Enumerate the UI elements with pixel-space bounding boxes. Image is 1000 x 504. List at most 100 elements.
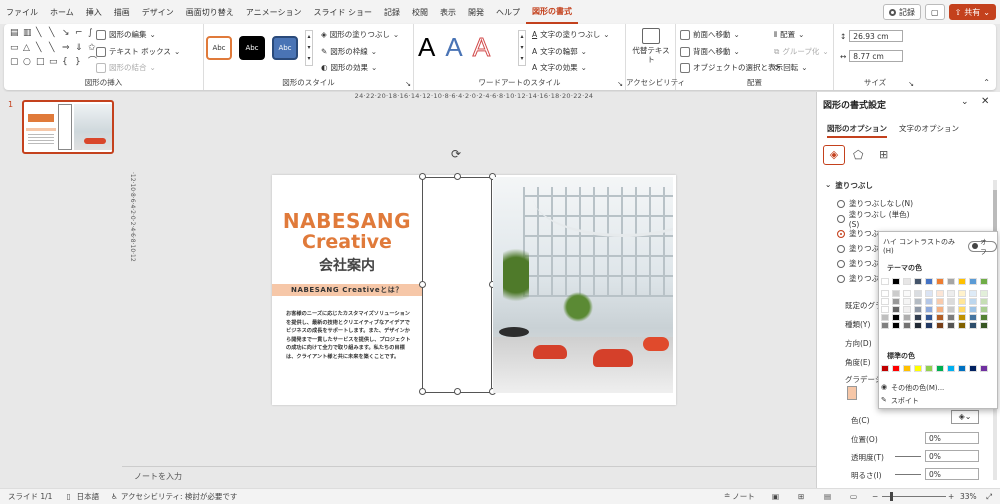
color-swatch[interactable] [925, 278, 933, 285]
color-swatch[interactable] [892, 278, 900, 285]
shape-line-icon[interactable]: ╲ [36, 28, 47, 41]
color-swatch[interactable] [881, 278, 889, 285]
effects-pentagon-icon[interactable]: ⬠ [853, 148, 863, 162]
color-swatch[interactable] [925, 314, 933, 321]
style-swatch-3[interactable]: Abc [272, 36, 298, 60]
gradient-stop-slider[interactable] [847, 386, 857, 400]
shape-gallery[interactable]: ▤ ▥ ╲ ╲ ↘ ⌐ ∫ ▭ △ ╲ ╲ ⇒ ⇓ ✩ ▢ ○ □ ▭{} ⌒ [10, 28, 97, 70]
tab-12[interactable]: ヘルプ [490, 0, 526, 24]
tab-6[interactable]: アニメーション [240, 0, 308, 24]
slideshow-icon[interactable]: ▭ [850, 492, 857, 501]
shape-line-icon[interactable]: ╲ [49, 28, 60, 41]
tab-3[interactable]: 描画 [108, 0, 136, 24]
fill-line-icon[interactable]: ◈ [823, 145, 845, 165]
color-swatch[interactable] [892, 314, 900, 321]
color-swatch[interactable] [881, 365, 889, 372]
color-swatch[interactable] [914, 365, 922, 372]
color-swatch[interactable] [969, 278, 977, 285]
comment-button[interactable]: ▢ [925, 4, 945, 20]
color-swatch[interactable] [914, 322, 922, 329]
wordart-gallery[interactable]: A A A [418, 32, 491, 63]
color-swatch[interactable] [980, 365, 988, 372]
style-swatch-1[interactable]: Abc [206, 36, 232, 60]
color-swatch[interactable] [925, 298, 933, 305]
shape-effects-button[interactable]: ◐ 図形の効果 ⌄ [321, 62, 377, 73]
color-swatch[interactable] [914, 298, 922, 305]
share-button[interactable]: ⇧ 共有 ⌄ [948, 4, 996, 20]
color-swatch[interactable] [925, 365, 933, 372]
reading-view-icon[interactable]: ▤ [824, 492, 831, 501]
tab-4[interactable]: デザイン [136, 0, 180, 24]
color-swatch[interactable] [881, 322, 889, 329]
color-swatch[interactable] [936, 365, 944, 372]
color-swatch[interactable] [969, 365, 977, 372]
color-swatch[interactable] [892, 290, 900, 297]
text-fill-button[interactable]: A 文字の塗りつぶし ⌄ [532, 29, 610, 40]
alt-text-button[interactable]: 代替テキスト [632, 28, 670, 64]
color-swatch[interactable] [925, 306, 933, 313]
color-swatch[interactable] [903, 314, 911, 321]
color-swatch[interactable] [892, 322, 900, 329]
shape-textbox-icon[interactable]: ▤ [10, 28, 21, 41]
slide-sorter-icon[interactable]: ⊞ [798, 492, 804, 501]
shape-rect-icon[interactable]: □ [36, 57, 47, 70]
color-swatch[interactable] [969, 290, 977, 297]
close-icon[interactable]: ✕ [981, 96, 989, 107]
color-swatch[interactable] [936, 314, 944, 321]
slide-thumbnail[interactable] [22, 100, 114, 154]
color-swatch[interactable] [914, 314, 922, 321]
text-effects-button[interactable]: A 文字の効果 ⌄ [532, 62, 587, 73]
color-swatch[interactable] [914, 290, 922, 297]
shape-textbox-icon[interactable]: ▥ [23, 28, 34, 41]
color-swatch[interactable] [947, 298, 955, 305]
tab-2[interactable]: 挿入 [80, 0, 108, 24]
merge-shapes-button[interactable]: 図形の結合 ⌄ [96, 62, 156, 73]
color-swatch[interactable] [903, 298, 911, 305]
color-swatch[interactable] [958, 298, 966, 305]
dialog-launcher-icon[interactable]: ↘ [617, 80, 623, 88]
color-swatch[interactable] [980, 306, 988, 313]
zoom-in-icon[interactable]: + [948, 492, 954, 501]
resize-handle[interactable] [454, 388, 461, 395]
tab-0[interactable]: ファイル [0, 0, 44, 24]
tab-1[interactable]: ホーム [44, 0, 80, 24]
color-swatch[interactable] [980, 290, 988, 297]
rotate-button[interactable]: ⟳ 回転 ⌄ [774, 62, 808, 73]
normal-view-icon[interactable]: ▣ [772, 492, 779, 501]
color-swatch[interactable] [947, 365, 955, 372]
color-swatch[interactable] [947, 278, 955, 285]
record-button[interactable]: 記録 [883, 4, 922, 20]
notes-toggle[interactable]: ≐ ノート [724, 491, 755, 502]
tab-13[interactable]: 図形の書式 [526, 0, 578, 24]
wordart-style-3[interactable]: A [472, 32, 490, 63]
color-swatch[interactable] [914, 306, 922, 313]
collapse-ribbon-icon[interactable]: ⌃ [983, 78, 990, 87]
color-swatch[interactable] [958, 290, 966, 297]
selection-pane-button[interactable]: オブジェクトの選択と表示 [680, 62, 783, 73]
color-swatch[interactable] [936, 322, 944, 329]
send-backward-button[interactable]: 背面へ移動 ⌄ [680, 46, 740, 57]
color-swatch[interactable] [969, 314, 977, 321]
shape-line-icon[interactable]: ╲ [49, 43, 60, 56]
color-swatch[interactable] [892, 365, 900, 372]
color-swatch[interactable] [947, 314, 955, 321]
color-swatch[interactable] [980, 314, 988, 321]
wordart-style-2[interactable]: A [445, 32, 462, 63]
color-swatch[interactable] [958, 365, 966, 372]
eyedropper-item[interactable]: ✎ スポイト [881, 396, 919, 406]
chevron-down-icon[interactable]: ⌄ [961, 97, 969, 107]
selected-rectangle-shape[interactable] [422, 177, 492, 393]
slide-photo[interactable] [493, 177, 673, 393]
fit-slide-icon[interactable]: ⤢ [986, 492, 992, 502]
color-swatch[interactable] [936, 306, 944, 313]
color-swatch[interactable] [947, 322, 955, 329]
shape-rect-icon[interactable]: ▢ [10, 57, 21, 70]
shape-arrow-icon[interactable]: ⇒ [62, 43, 73, 56]
tab-text-options[interactable]: 文字のオプション [899, 123, 959, 134]
rotate-handle-icon[interactable]: ⟳ [451, 147, 461, 161]
shape-elbow-icon[interactable]: ⌐ [75, 28, 86, 41]
color-swatch[interactable] [980, 322, 988, 329]
language-status[interactable]: 日本語 [77, 491, 100, 502]
style-gallery-scroll[interactable]: ▴ ▾ ▾ [305, 30, 313, 66]
slide[interactable]: NABESANG Creative 会社案内 NABESANG Creative… [272, 147, 676, 405]
